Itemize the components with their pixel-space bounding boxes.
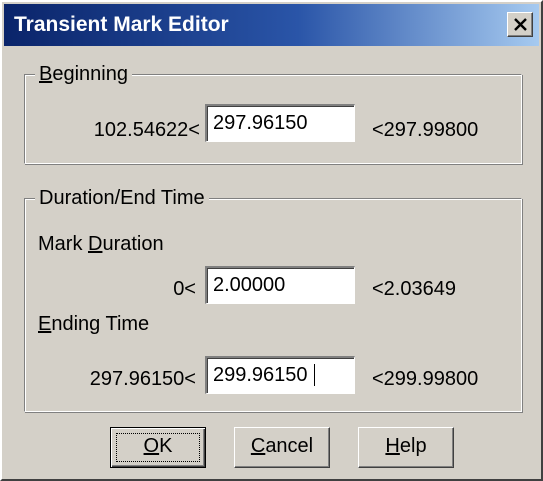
beginning-mnemonic: B	[39, 63, 53, 85]
ending-time-input[interactable]	[205, 356, 355, 394]
close-button[interactable]	[507, 12, 533, 37]
ending-time-min-label: 297.96150<	[89, 368, 196, 390]
window-title: Transient Mark Editor	[14, 13, 229, 36]
help-button[interactable]: Help	[358, 427, 454, 468]
cancel-button[interactable]: Cancel	[234, 427, 330, 468]
duration-group-title: Duration/End Time	[35, 186, 209, 210]
beginning-max-label: <297.99800	[372, 119, 479, 141]
mark-duration-mnemonic: D	[88, 233, 103, 255]
mark-duration-input[interactable]	[205, 266, 355, 304]
beginning-min-label: 102.54622<	[93, 119, 200, 141]
close-icon	[514, 18, 527, 31]
help-mnemonic: H	[385, 435, 400, 457]
help-label-rest: elp	[399, 435, 427, 457]
mark-duration-min-label: 0<	[173, 278, 196, 300]
beginning-input[interactable]	[205, 104, 355, 142]
cancel-mnemonic: C	[250, 435, 266, 457]
ending-time-label: Ending Time	[38, 312, 149, 336]
text-caret	[314, 364, 315, 386]
mark-duration-max-label: <2.03649	[372, 278, 456, 300]
ending-time-mnemonic: E	[38, 313, 52, 335]
mark-duration-label-post: uration	[102, 233, 164, 255]
title-bar[interactable]: Transient Mark Editor	[4, 4, 539, 46]
ending-time-label-post: nding Time	[51, 313, 150, 335]
ok-button[interactable]: OK	[110, 427, 206, 468]
mark-duration-label: Mark Duration	[38, 232, 164, 256]
mark-duration-label-pre: Mark	[38, 233, 88, 255]
transient-mark-editor-dialog: Transient Mark Editor Beginning 102.5462…	[0, 0, 543, 481]
ending-time-max-label: <299.99800	[372, 368, 479, 390]
beginning-group-title: Beginning	[35, 62, 132, 86]
cancel-label-rest: ancel	[265, 435, 314, 457]
beginning-title-rest: eginning	[52, 63, 128, 85]
ok-focus-rect	[116, 433, 200, 462]
